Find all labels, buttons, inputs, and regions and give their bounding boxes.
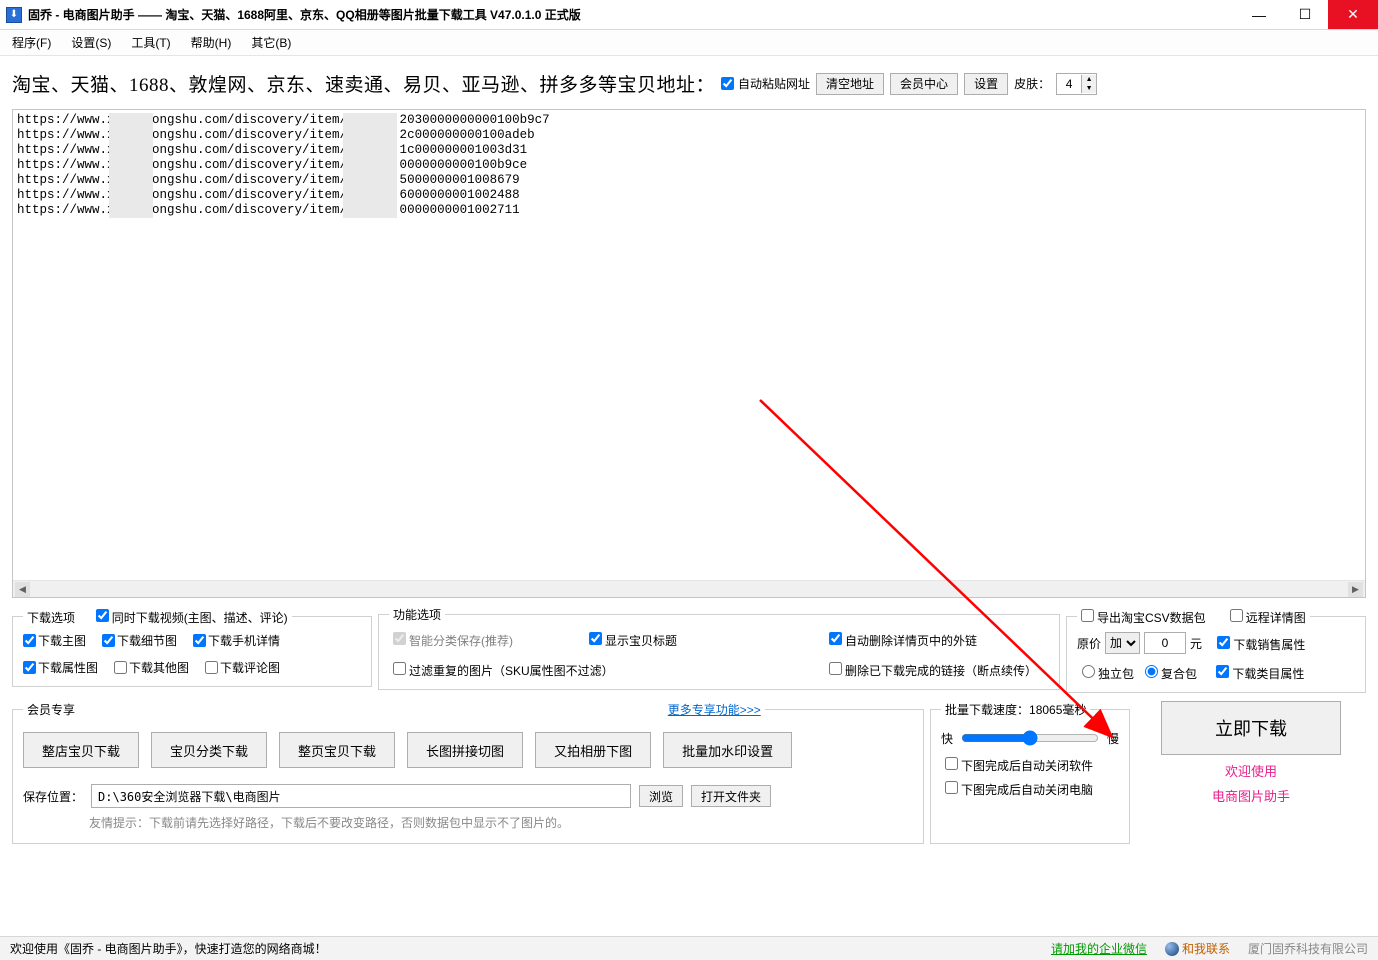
skin-up-button[interactable]: ▲ — [1082, 75, 1096, 84]
address-label: 淘宝、天猫、1688、敦煌网、京东、速卖通、易贝、亚马逊、拼多多等宝贝地址： — [12, 70, 715, 97]
whole-shop-button[interactable]: 整店宝贝下载 — [23, 732, 139, 768]
browse-button[interactable]: 浏览 — [639, 785, 683, 807]
download-other-checkbox[interactable]: 下载其他图 — [114, 659, 189, 676]
speed-slider[interactable] — [961, 730, 1099, 746]
export-options-group: 导出淘宝CSV数据包 远程详情图 原价 加 元 下载销售属性 独立包 复合包 下… — [1066, 606, 1366, 693]
skin-label: 皮肤： — [1014, 75, 1050, 92]
globe-icon — [1165, 942, 1179, 956]
export-legend-row: 导出淘宝CSV数据包 远程详情图 — [1077, 606, 1310, 626]
close-button[interactable]: ✕ — [1328, 0, 1378, 29]
vip-group: 会员专享 更多专享功能>>> 整店宝贝下载 宝贝分类下载 整页宝贝下载 长图拼接… — [12, 701, 924, 844]
price-op-select[interactable]: 加 — [1105, 632, 1140, 654]
price-label: 原价 — [1077, 635, 1101, 652]
save-path-input[interactable] — [91, 784, 631, 808]
window-title: 固乔 - 电商图片助手 —— 淘宝、天猫、1688阿里、京东、QQ相册等图片批量… — [28, 6, 581, 23]
welcome-text-1: 欢迎使用 — [1225, 761, 1277, 780]
classify-button[interactable]: 宝贝分类下载 — [151, 732, 267, 768]
download-now-button[interactable]: 立即下载 — [1161, 701, 1341, 755]
menu-help[interactable]: 帮助(H) — [191, 34, 232, 51]
speed-group: 批量下载速度：18065毫秒 快 慢 下图完成后自动关闭软件 下图完成后自动关闭… — [930, 701, 1130, 844]
redaction-block — [109, 113, 153, 218]
save-hint: 友情提示：下载前请先选择好路径，下载后不要改变路径，否则数据包中显示不了图片的。 — [89, 814, 913, 831]
speed-legend: 批量下载速度：18065毫秒 — [941, 701, 1090, 718]
open-folder-button[interactable]: 打开文件夹 — [691, 785, 771, 807]
menu-settings[interactable]: 设置(S) — [71, 34, 111, 51]
close-software-checkbox[interactable]: 下图完成后自动关闭软件 — [941, 754, 1119, 774]
address-toolbar: 淘宝、天猫、1688、敦煌网、京东、速卖通、易贝、亚马逊、拼多多等宝贝地址： 自… — [0, 56, 1378, 109]
download-detail-checkbox[interactable]: 下载细节图 — [102, 632, 177, 649]
function-options-group: 功能选项 智能分类保存(推荐) 显示宝贝标题 自动删除详情页中的外链 过滤重复的… — [378, 606, 1060, 690]
status-company: 厦门固乔科技有限公司 — [1248, 940, 1368, 957]
close-pc-checkbox[interactable]: 下图完成后自动关闭电脑 — [941, 778, 1119, 798]
download-main-checkbox[interactable]: 下载主图 — [23, 632, 86, 649]
download-comment-checkbox[interactable]: 下载评论图 — [205, 659, 280, 676]
whole-page-button[interactable]: 整页宝贝下载 — [279, 732, 395, 768]
download-video-checkbox[interactable]: 同时下载视频(主图、描述、评论) — [92, 611, 288, 625]
download-attr-checkbox[interactable]: 下载属性图 — [23, 659, 98, 676]
settings-button[interactable]: 设置 — [964, 73, 1008, 95]
minimize-button[interactable]: — — [1236, 0, 1282, 29]
cat-attr-checkbox[interactable]: 下载类目属性 — [1212, 662, 1304, 682]
remote-detail-checkbox[interactable]: 远程详情图 — [1226, 611, 1306, 625]
status-contact-link[interactable]: 和我联系 — [1165, 940, 1230, 957]
download-options-legend: 下载选项 同时下载视频(主图、描述、评论) — [23, 606, 292, 626]
download-panel: 立即下载 欢迎使用 电商图片助手 — [1136, 701, 1366, 844]
auto-paste-input[interactable] — [721, 77, 734, 90]
status-wechat-link[interactable]: 请加我的企业微信 — [1051, 940, 1147, 957]
auto-paste-checkbox[interactable]: 自动粘贴网址 — [721, 75, 810, 92]
status-welcome: 欢迎使用《固乔 - 电商图片助手》，快速打造您的网络商城！ — [10, 940, 327, 957]
show-title-checkbox[interactable]: 显示宝贝标题 — [585, 629, 809, 649]
auto-remove-link-checkbox[interactable]: 自动删除详情页中的外链 — [825, 629, 1049, 649]
price-value-input[interactable] — [1144, 632, 1186, 654]
download-options-group: 下载选项 同时下载视频(主图、描述、评论) 下载主图 下载细节图 下载手机详情 … — [12, 606, 372, 687]
skin-spinner[interactable]: ▲ ▼ — [1056, 73, 1097, 95]
title-bar: ⬇ 固乔 - 电商图片助手 —— 淘宝、天猫、1688阿里、京东、QQ相册等图片… — [0, 0, 1378, 30]
app-icon: ⬇ — [6, 7, 22, 23]
pack-multi-radio[interactable]: 复合包 — [1140, 662, 1197, 682]
download-mobile-checkbox[interactable]: 下载手机详情 — [193, 632, 280, 649]
smart-save-checkbox: 智能分类保存(推荐) — [389, 629, 569, 649]
scroll-right-arrow[interactable]: ▶ — [1348, 582, 1363, 597]
menu-bar: 程序(F) 设置(S) 工具(T) 帮助(H) 其它(B) — [0, 30, 1378, 56]
speed-fast-label: 快 — [941, 730, 953, 747]
url-list-container: ◀ ▶ — [12, 109, 1366, 598]
filter-dup-checkbox[interactable]: 过滤重复的图片（SKU属性图不过滤） — [389, 659, 809, 679]
batch-watermark-button[interactable]: 批量加水印设置 — [663, 732, 792, 768]
status-bar: 欢迎使用《固乔 - 电商图片助手》，快速打造您的网络商城！ 请加我的企业微信 和… — [0, 936, 1378, 960]
skin-value-input[interactable] — [1057, 75, 1081, 93]
menu-other[interactable]: 其它(B) — [251, 34, 291, 51]
horizontal-scrollbar[interactable]: ◀ ▶ — [13, 580, 1365, 597]
export-csv-checkbox[interactable]: 导出淘宝CSV数据包 — [1077, 611, 1206, 625]
long-slice-button[interactable]: 长图拼接切图 — [407, 732, 523, 768]
speed-slow-label: 慢 — [1107, 730, 1119, 747]
maximize-button[interactable]: ☐ — [1282, 0, 1328, 29]
member-center-button[interactable]: 会员中心 — [890, 73, 958, 95]
url-list-textarea[interactable] — [13, 110, 1365, 577]
vip-legend: 会员专享 更多专享功能>>> — [23, 701, 765, 718]
sale-attr-checkbox[interactable]: 下载销售属性 — [1213, 633, 1305, 653]
menu-tools[interactable]: 工具(T) — [131, 34, 170, 51]
youpai-button[interactable]: 又拍相册下图 — [535, 732, 651, 768]
pack-single-radio[interactable]: 独立包 — [1077, 662, 1134, 682]
menu-program[interactable]: 程序(F) — [12, 34, 51, 51]
more-vip-link[interactable]: 更多专享功能>>> — [668, 703, 761, 717]
function-options-legend: 功能选项 — [389, 606, 445, 623]
skin-down-button[interactable]: ▼ — [1082, 84, 1096, 93]
price-unit: 元 — [1190, 635, 1202, 652]
remove-done-checkbox[interactable]: 删除已下载完成的链接（断点续传） — [825, 659, 1049, 679]
scroll-left-arrow[interactable]: ◀ — [15, 582, 30, 597]
redaction-block — [343, 113, 397, 218]
save-label: 保存位置： — [23, 788, 83, 805]
welcome-text-2: 电商图片助手 — [1212, 786, 1290, 805]
clear-address-button[interactable]: 清空地址 — [816, 73, 884, 95]
